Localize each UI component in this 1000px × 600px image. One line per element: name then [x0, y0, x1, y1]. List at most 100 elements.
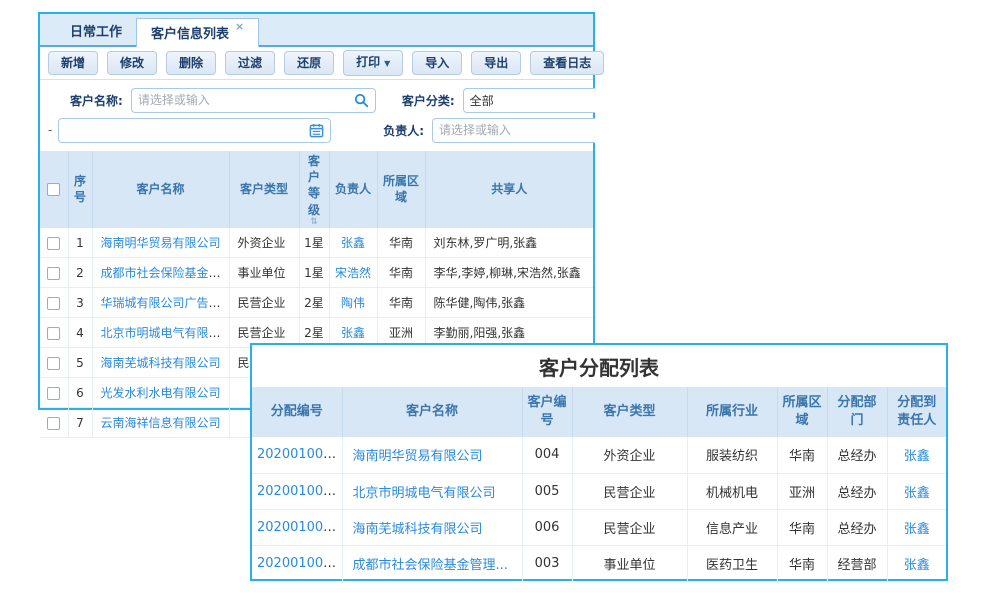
customer-name-link[interactable]: 海南明华贸易有限公司: [353, 449, 483, 464]
owner-input[interactable]: [439, 123, 589, 137]
row-seq: 2: [68, 258, 92, 288]
row-dept: 总经办: [827, 473, 887, 509]
col-seq: 序号: [68, 151, 92, 228]
row-cust-no: 003: [522, 545, 572, 581]
date-input[interactable]: [65, 123, 309, 137]
filter-button[interactable]: 过滤: [225, 51, 275, 75]
customer-name-link[interactable]: 海南明华贸易有限公司: [101, 236, 221, 250]
edit-button[interactable]: 修改: [107, 51, 157, 75]
owner-link[interactable]: 陶伟: [341, 296, 365, 310]
row-seq: 6: [68, 378, 92, 408]
col-dept: 分配部门: [827, 387, 887, 437]
date-field: [58, 118, 331, 143]
customer-allocation-window: 客户分配列表 分配编号 客户名称 客户编号 客户类型 所属行业 所属区域 分配部…: [250, 343, 948, 581]
row-seq: 5: [68, 348, 92, 378]
tab-daily-work-label: 日常工作: [70, 21, 122, 40]
row-dept: 经营部: [827, 545, 887, 581]
table-row[interactable]: 1 海南明华贸易有限公司 外资企业 1星 张鑫 华南 刘东林,罗广明,张鑫: [40, 228, 593, 258]
select-all-cell: [40, 151, 68, 228]
date-range-separator: -: [48, 123, 52, 137]
alloc-no-link[interactable]: 2020010005: [257, 484, 340, 499]
chevron-down-icon: ▼: [384, 59, 390, 68]
customer-category-select[interactable]: 全部: [463, 88, 595, 113]
row-level: 2星: [299, 288, 329, 318]
customer-name-link[interactable]: 海南芜城科技有限公司: [101, 356, 221, 370]
customer-name-link[interactable]: 华瑞城有限公司广告设计部: [101, 296, 230, 310]
customer-name-link[interactable]: 云南海祥信息有限公司: [101, 416, 221, 430]
col-region: 所属区域: [377, 151, 425, 228]
tab-close-icon[interactable]: ×: [235, 20, 244, 33]
row-level: 1星: [299, 258, 329, 288]
row-seq: 7: [68, 408, 92, 438]
col-customer-name: 客户名称: [92, 151, 229, 228]
owner-field: [432, 118, 595, 143]
customer-name-link[interactable]: 海南芜城科技有限公司: [353, 522, 483, 537]
row-industry: 医药卫生: [687, 545, 777, 581]
table-row[interactable]: 2020010004 海南芜城科技有限公司 006 民营企业 信息产业 华南 总…: [252, 509, 946, 545]
row-checkbox[interactable]: [47, 387, 60, 400]
row-shared: 陈华健,陶伟,张鑫: [425, 288, 593, 318]
row-type: 事业单位: [572, 545, 687, 581]
row-seq: 3: [68, 288, 92, 318]
row-checkbox[interactable]: [47, 297, 60, 310]
export-button[interactable]: 导出: [471, 51, 521, 75]
sort-icon[interactable]: ⇅: [303, 218, 326, 226]
tab-daily-work[interactable]: 日常工作: [56, 16, 136, 45]
customer-name-link[interactable]: 光发水利水电有限公司: [101, 386, 221, 400]
owner-link[interactable]: 宋浩然: [335, 266, 371, 280]
col-shared: 共享人: [425, 151, 593, 228]
delete-button[interactable]: 删除: [166, 51, 216, 75]
assignee-link[interactable]: 张鑫: [904, 486, 930, 501]
row-region: 华南: [377, 228, 425, 258]
tab-customer-info-list[interactable]: 客户信息列表 ×: [136, 18, 259, 47]
owner-link[interactable]: 张鑫: [341, 236, 365, 250]
restore-button[interactable]: 还原: [284, 51, 334, 75]
assignee-link[interactable]: 张鑫: [904, 449, 930, 464]
print-button[interactable]: 打印▼: [343, 50, 403, 76]
alloc-no-link[interactable]: 2020010006: [257, 447, 340, 462]
add-button[interactable]: 新增: [48, 51, 98, 75]
customer-name-link[interactable]: 成都市社会保险基金管理...: [353, 558, 508, 573]
assignee-link[interactable]: 张鑫: [904, 558, 930, 573]
row-shared: 刘东林,罗广明,张鑫: [425, 228, 593, 258]
row-checkbox[interactable]: [47, 237, 60, 250]
col-customer-type: 客户类型: [572, 387, 687, 437]
table-row[interactable]: 2020010006 海南明华贸易有限公司 004 外资企业 服装纺织 华南 总…: [252, 437, 946, 473]
owner-link[interactable]: 张鑫: [341, 326, 365, 340]
row-region: 华南: [377, 258, 425, 288]
col-customer-type: 客户类型: [229, 151, 299, 228]
table-row[interactable]: 2020010005 北京市明城电气有限公司 005 民营企业 机械机电 亚洲 …: [252, 473, 946, 509]
col-cust-no: 客户编号: [522, 387, 572, 437]
row-industry: 机械机电: [687, 473, 777, 509]
row-checkbox[interactable]: [47, 267, 60, 280]
select-all-checkbox[interactable]: [47, 183, 60, 196]
assignee-link[interactable]: 张鑫: [904, 522, 930, 537]
view-log-button[interactable]: 查看日志: [530, 51, 604, 75]
row-dept: 总经办: [827, 437, 887, 473]
row-type: 事业单位: [229, 258, 299, 288]
import-button[interactable]: 导入: [412, 51, 462, 75]
alloc-no-link[interactable]: 2020010004: [257, 520, 340, 535]
col-region: 所属区域: [777, 387, 827, 437]
row-checkbox[interactable]: [47, 357, 60, 370]
customer-name-link[interactable]: 北京市明城电气有限公司: [353, 486, 496, 501]
col-alloc-no: 分配编号: [252, 387, 342, 437]
calendar-icon[interactable]: [309, 123, 324, 138]
row-industry: 服装纺织: [687, 437, 777, 473]
col-customer-level[interactable]: 客户等级⇅: [299, 151, 329, 228]
customer-name-link[interactable]: 北京市明城电气有限公司: [101, 326, 230, 340]
table-row[interactable]: 2020010001 成都市社会保险基金管理... 003 事业单位 医药卫生 …: [252, 545, 946, 581]
row-seq: 1: [68, 228, 92, 258]
customer-name-input[interactable]: [138, 93, 354, 107]
page: 日常工作 客户信息列表 × 新增 修改 删除 过滤 还原 打印▼ 导入 导出 查…: [0, 0, 1000, 600]
row-region: 华南: [777, 509, 827, 545]
search-icon[interactable]: [354, 93, 369, 108]
alloc-no-link[interactable]: 2020010001: [257, 556, 340, 571]
customer-name-link[interactable]: 成都市社会保险基金管理...: [101, 266, 230, 280]
row-checkbox[interactable]: [47, 417, 60, 430]
row-type: 外资企业: [229, 228, 299, 258]
toolbar: 新增 修改 删除 过滤 还原 打印▼ 导入 导出 查看日志: [40, 47, 593, 80]
table-row[interactable]: 2 成都市社会保险基金管理... 事业单位 1星 宋浩然 华南 李华,李婷,柳琳…: [40, 258, 593, 288]
table-row[interactable]: 3 华瑞城有限公司广告设计部 民营企业 2星 陶伟 华南 陈华健,陶伟,张鑫: [40, 288, 593, 318]
row-checkbox[interactable]: [47, 327, 60, 340]
